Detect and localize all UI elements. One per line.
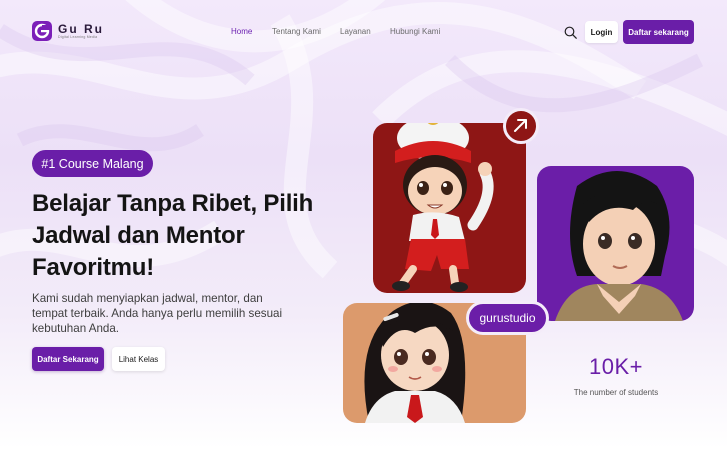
logo-mark-icon [32, 21, 52, 41]
register-button[interactable]: Daftar Sekarang [32, 347, 104, 371]
brand-logo[interactable]: Gu Ru Digital Learning Media [32, 21, 104, 41]
brand-tagline: Digital Learning Media [58, 34, 98, 39]
nav-item-hubungi-kami[interactable]: Hubungi Kami [390, 27, 440, 36]
nav-item-home[interactable]: Home [231, 27, 252, 36]
students-count-label: The number of students [573, 388, 659, 397]
teacher-illustration [555, 171, 683, 321]
login-button[interactable]: Login [585, 21, 618, 43]
nav-item-tentang-kami[interactable]: Tentang Kami [272, 27, 321, 36]
student-boy-illustration [392, 123, 494, 292]
hero-description: Kami sudah menyiapkan jadwal, mentor, da… [32, 291, 302, 336]
hero-title-line: Jadwal dan Mentor [32, 222, 245, 249]
course-badge: #1 Course Malang [32, 150, 153, 177]
hero-description-line: tempat terbaik. Anda hanya perlu memilih… [32, 307, 283, 320]
hero-description-line: Kami sudah menyiapkan jadwal, mentor, da… [32, 292, 263, 305]
view-classes-button[interactable]: Lihat Kelas [112, 347, 165, 371]
student-boy-card [373, 123, 526, 293]
teacher-card [537, 166, 694, 321]
search-icon[interactable] [564, 26, 577, 39]
brand-name: Gu Ru [58, 21, 104, 36]
students-count: 10K+ [589, 354, 643, 379]
hero-title: Belajar Tanpa Ribet, Pilih Jadwal dan Me… [32, 188, 332, 284]
nav-item-layanan[interactable]: Layanan [340, 27, 371, 36]
hero-title-line: Favoritmu! [32, 254, 155, 281]
arrow-up-right-icon[interactable] [503, 108, 539, 144]
register-now-button[interactable]: Daftar sekarang [623, 20, 694, 44]
hero-description-line: kebutuhan Anda. [32, 322, 120, 335]
hero-title-line: Belajar Tanpa Ribet, Pilih [32, 190, 314, 217]
top-navbar: Gu Ru Digital Learning Media Home Tentan… [0, 0, 727, 62]
gurustudio-pill: gurustudio [466, 301, 549, 335]
